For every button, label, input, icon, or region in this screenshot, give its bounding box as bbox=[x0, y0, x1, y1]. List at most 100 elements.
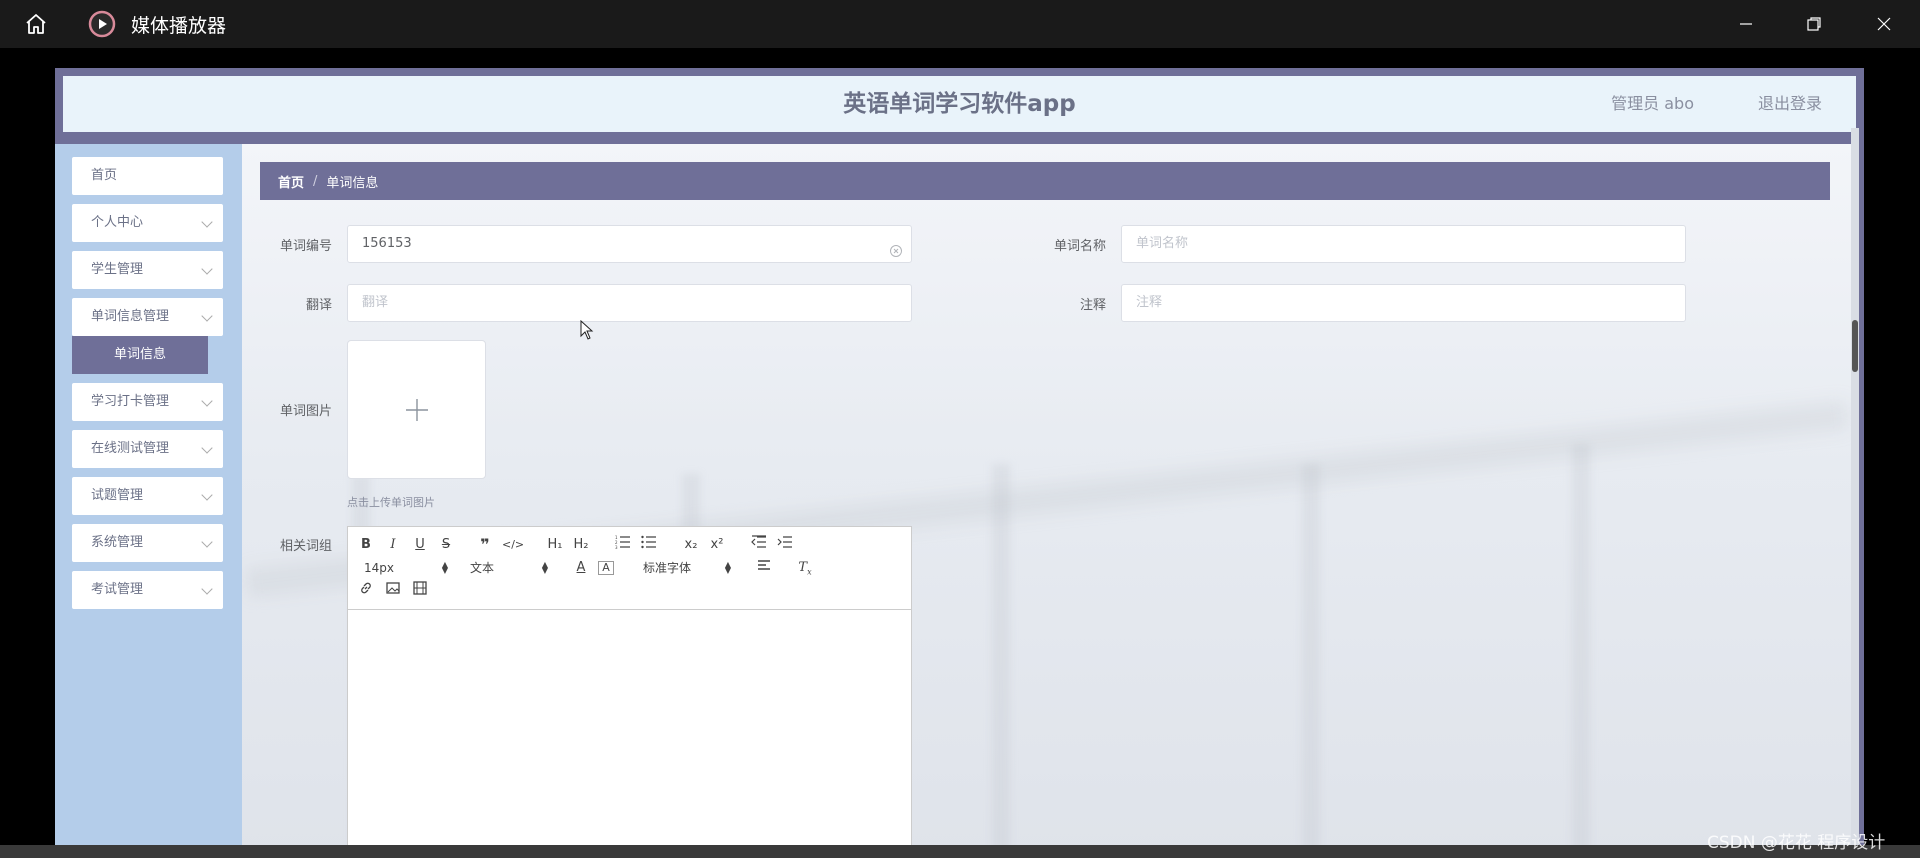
video-icon[interactable] bbox=[412, 581, 428, 601]
logout-link[interactable]: 退出登录 bbox=[1758, 76, 1822, 132]
note-label: 注释 bbox=[1079, 298, 1106, 313]
sidebar-subitem-word-info[interactable]: 单词信息 bbox=[72, 336, 208, 374]
subscript-icon[interactable]: x₂ bbox=[682, 535, 700, 555]
sidebar-item-label: 学生管理 bbox=[91, 262, 144, 277]
restore-button[interactable] bbox=[1797, 7, 1831, 41]
sidebar-item-label: 在线测试管理 bbox=[91, 441, 170, 456]
upload-hint: 点击上传单词图片 bbox=[347, 496, 435, 509]
word-id-label: 单词编号 bbox=[279, 239, 332, 254]
word-id-input[interactable]: 156153 bbox=[347, 225, 912, 263]
italic-icon[interactable]: I bbox=[385, 535, 401, 555]
align-icon[interactable] bbox=[756, 558, 772, 578]
watermark: CSDN @花花 程序设计 bbox=[1707, 833, 1886, 853]
sidebar-item-label: 学习打卡管理 bbox=[91, 394, 170, 409]
code-icon[interactable]: </> bbox=[502, 535, 524, 555]
breadcrumb-current: 单词信息 bbox=[326, 175, 379, 191]
word-name-input[interactable]: 单词名称 bbox=[1121, 225, 1686, 263]
sidebar-item-label: 考试管理 bbox=[91, 582, 144, 597]
outdent-icon[interactable] bbox=[750, 535, 768, 555]
sidebar-item-system-management[interactable]: 系统管理 bbox=[72, 524, 223, 562]
close-button[interactable] bbox=[1867, 7, 1901, 41]
sidebar-item-home[interactable]: 首页 bbox=[72, 157, 223, 195]
chevron-down-icon bbox=[201, 310, 213, 322]
minimize-button[interactable] bbox=[1729, 7, 1763, 41]
paragraph-value: 文本 bbox=[470, 561, 495, 575]
chevron-down-icon bbox=[201, 442, 213, 454]
sidebar-item-checkin-management[interactable]: 学习打卡管理 bbox=[72, 383, 223, 421]
blockquote-icon[interactable]: ❞ bbox=[476, 535, 494, 555]
sidebar-item-label: 个人中心 bbox=[91, 215, 144, 230]
chevron-down-icon bbox=[201, 263, 213, 275]
bullet-list-icon[interactable] bbox=[640, 535, 658, 555]
sidebar-item-word-info-management[interactable]: 单词信息管理 bbox=[72, 298, 223, 336]
font-family-select[interactable]: 标准字体 ▲ ▼ bbox=[643, 558, 731, 578]
sidebar: 首页 个人中心 学生管理 单词信息管理 单词信息 学习打卡管理 在线测试管理 试… bbox=[55, 144, 242, 858]
editor-content-area[interactable] bbox=[348, 611, 911, 858]
clear-format-icon[interactable]: Tx bbox=[797, 558, 813, 578]
home-icon[interactable] bbox=[19, 7, 53, 41]
mouse-cursor-icon bbox=[580, 319, 594, 344]
word-id-value: 156153 bbox=[362, 236, 412, 251]
superscript-icon[interactable]: x² bbox=[708, 535, 726, 555]
sidebar-item-personal-center[interactable]: 个人中心 bbox=[72, 204, 223, 242]
sidebar-item-label: 单词信息管理 bbox=[91, 309, 170, 324]
sidebar-item-exam-management[interactable]: 考试管理 bbox=[72, 571, 223, 609]
breadcrumb-home[interactable]: 首页 bbox=[278, 172, 304, 191]
select-arrows-icon: ▲ ▼ bbox=[541, 560, 548, 575]
background-decoration bbox=[992, 464, 1010, 858]
breadcrumb-separator: / bbox=[313, 173, 318, 189]
chevron-down-icon bbox=[201, 583, 213, 595]
heading-1-icon[interactable]: H₁ bbox=[545, 535, 565, 555]
word-image-label: 单词图片 bbox=[279, 404, 332, 419]
strikethrough-icon[interactable]: S bbox=[438, 535, 454, 555]
image-upload-box[interactable] bbox=[347, 340, 486, 479]
sidebar-item-label: 系统管理 bbox=[91, 535, 144, 550]
background-decoration bbox=[1572, 444, 1590, 858]
background-color-icon[interactable]: A bbox=[598, 561, 614, 575]
bold-icon[interactable]: B bbox=[358, 535, 374, 555]
app-title: 英语单词学习软件app bbox=[843, 91, 1076, 117]
sidebar-item-label: 试题管理 bbox=[91, 488, 144, 503]
plus-icon bbox=[406, 399, 428, 421]
translation-input[interactable]: 翻译 bbox=[347, 284, 912, 322]
editor-toolbar: B I U S ❞ </> H₁ H₂ 123 x₂ x² 14px ▲ ▼ 文… bbox=[348, 527, 911, 610]
chevron-down-icon bbox=[201, 216, 213, 228]
underline-icon[interactable]: U bbox=[412, 535, 428, 555]
font-family-value: 标准字体 bbox=[643, 561, 692, 575]
ordered-list-icon[interactable]: 123 bbox=[614, 535, 632, 555]
player-title-bar: 媒体播放器 bbox=[0, 0, 1920, 48]
rich-text-editor: B I U S ❞ </> H₁ H₂ 123 x₂ x² 14px ▲ ▼ 文… bbox=[347, 526, 912, 858]
word-name-label: 单词名称 bbox=[1053, 239, 1106, 254]
phrases-label: 相关词组 bbox=[279, 539, 332, 554]
admin-username: 管理员 abo bbox=[1611, 94, 1694, 113]
sidebar-item-student-management[interactable]: 学生管理 bbox=[72, 251, 223, 289]
select-arrows-icon: ▲ ▼ bbox=[724, 560, 731, 575]
heading-2-icon[interactable]: H₂ bbox=[571, 535, 591, 555]
font-size-select[interactable]: 14px ▲ ▼ bbox=[364, 558, 448, 578]
sidebar-item-question-management[interactable]: 试题管理 bbox=[72, 477, 223, 515]
chevron-down-icon bbox=[201, 536, 213, 548]
scrollbar-thumb[interactable] bbox=[1852, 320, 1858, 372]
translation-label: 翻译 bbox=[305, 298, 332, 313]
app-header: 英语单词学习软件app 管理员 abo 退出登录 bbox=[63, 76, 1856, 132]
svg-text:3: 3 bbox=[615, 545, 618, 549]
chevron-down-icon bbox=[201, 395, 213, 407]
chevron-down-icon bbox=[201, 489, 213, 501]
app-window: 英语单词学习软件app 管理员 abo 退出登录 首页 个人中心 学生管理 单词… bbox=[55, 68, 1864, 858]
sidebar-item-label: 首页 bbox=[91, 168, 118, 183]
scrollbar-track[interactable] bbox=[1851, 128, 1859, 858]
note-input[interactable]: 注释 bbox=[1121, 284, 1686, 322]
sidebar-item-online-test-management[interactable]: 在线测试管理 bbox=[72, 430, 223, 468]
image-icon[interactable] bbox=[385, 581, 401, 601]
font-size-value: 14px bbox=[364, 561, 394, 575]
main-content: 首页 / 单词信息 单词编号 156153 单词名称 单词名称 翻译 翻译 注释… bbox=[242, 144, 1852, 858]
font-color-icon[interactable]: A bbox=[573, 558, 589, 578]
link-icon[interactable] bbox=[358, 581, 374, 601]
clear-icon[interactable] bbox=[889, 237, 903, 257]
indent-icon[interactable] bbox=[776, 535, 794, 555]
player-title: 媒体播放器 bbox=[131, 14, 227, 37]
breadcrumb: 首页 / 单词信息 bbox=[260, 162, 1830, 200]
background-decoration bbox=[1302, 464, 1320, 858]
paragraph-select[interactable]: 文本 ▲ ▼ bbox=[470, 558, 548, 578]
select-arrows-icon: ▲ ▼ bbox=[441, 560, 448, 575]
